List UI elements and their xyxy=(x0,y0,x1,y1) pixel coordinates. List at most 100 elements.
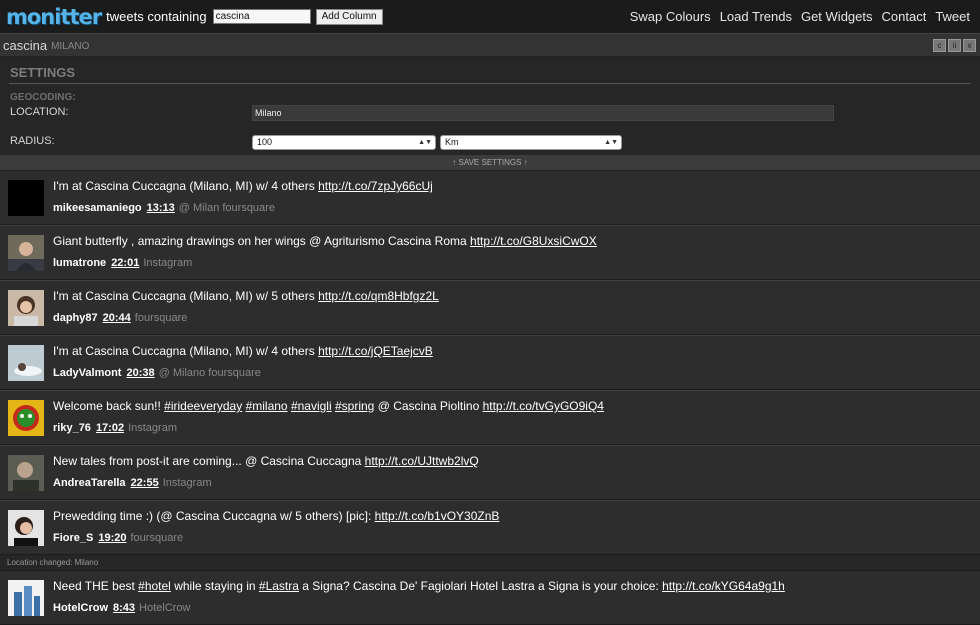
nav-get-widgets[interactable]: Get Widgets xyxy=(801,9,873,24)
unit-value: Km xyxy=(445,137,459,147)
top-nav: Swap Colours Load Trends Get Widgets Con… xyxy=(630,9,970,24)
nav-load-trends[interactable]: Load Trends xyxy=(720,9,792,24)
tweet-text: New tales from post-it are coming... @ C… xyxy=(53,454,479,468)
tweet-user[interactable]: Fiore_S xyxy=(53,532,93,544)
tweet-time[interactable]: 20:38 xyxy=(126,367,154,379)
tweet-meta: LadyValmont 20:38 @ Milano foursquare xyxy=(53,367,261,379)
nav-tweet[interactable]: Tweet xyxy=(935,9,970,24)
tweet-link[interactable]: http://t.co/b1vOY30ZnB xyxy=(375,509,500,523)
tweet-user[interactable]: AndreaTarella xyxy=(53,477,126,489)
column-header: cascina MILANO c ii x xyxy=(0,34,980,57)
tweet-source: HotelCrow xyxy=(139,602,191,614)
tweet-source: foursquare xyxy=(134,312,188,324)
tweet-link[interactable]: http://t.co/kYG64a9g1h xyxy=(662,579,785,593)
save-settings-button[interactable]: ↑ SAVE SETTINGS ↑ xyxy=(0,156,980,171)
avatar[interactable] xyxy=(8,180,44,216)
pause-icon[interactable]: ii xyxy=(948,39,961,52)
tweet-source: Instagram xyxy=(162,477,212,489)
tweet-link[interactable]: http://t.co/7zpJy66cUj xyxy=(318,179,433,193)
tweet-item: I'm at Cascina Cuccagna (Milano, MI) w/ … xyxy=(0,280,980,335)
tweet-link[interactable]: http://t.co/qm8Hbfgz2L xyxy=(318,289,439,303)
select-arrows-icon: ▲▼ xyxy=(418,139,432,146)
tweet-item: Need THE best #hotel while staying in #L… xyxy=(0,571,980,625)
tweet-meta: HotelCrow 8:43 HotelCrow xyxy=(53,602,190,614)
tweet-time[interactable]: 19:20 xyxy=(98,532,126,544)
tweet-user[interactable]: LadyValmont xyxy=(53,367,121,379)
settings-panel: SETTINGS GEOCODING: LOCATION: Milano RAD… xyxy=(0,57,980,156)
avatar[interactable] xyxy=(8,345,44,381)
avatar[interactable] xyxy=(8,510,44,546)
tweet-meta: lumatrone 22:01 Instagram xyxy=(53,257,192,269)
tweet-meta: AndreaTarella 22:55 Instagram xyxy=(53,477,212,489)
tweet-item: I'm at Cascina Cuccagna (Milano, MI) w/ … xyxy=(0,171,980,225)
hashtag-link[interactable]: #Lastra xyxy=(259,579,299,593)
search-input[interactable] xyxy=(212,9,311,24)
unit-select[interactable]: Km ▲▼ xyxy=(440,135,622,150)
tweet-item: Welcome back sun!! #irideeveryday #milan… xyxy=(0,390,980,445)
avatar[interactable] xyxy=(8,580,44,616)
tweet-text: Need THE best #hotel while staying in #L… xyxy=(53,579,785,593)
location-changed-notice: Location changed: Milano xyxy=(0,555,980,571)
avatar[interactable] xyxy=(8,455,44,491)
tweet-meta: mikeesamaniego 13:13 @ Milan foursquare xyxy=(53,202,275,214)
tweet-link[interactable]: http://t.co/tvGyGO9iQ4 xyxy=(483,399,604,413)
tweet-time[interactable]: 13:13 xyxy=(147,202,175,214)
tweet-item: Prewedding time :) (@ Cascina Cuccagna w… xyxy=(0,500,980,555)
radius-value: 100 xyxy=(257,137,273,147)
tweet-link[interactable]: http://t.co/G8UxsiCwOX xyxy=(470,234,597,248)
column-controls: c ii x xyxy=(933,39,976,52)
refresh-icon[interactable]: c xyxy=(933,39,946,52)
tweet-text: Prewedding time :) (@ Cascina Cuccagna w… xyxy=(53,509,500,523)
tweet-text: I'm at Cascina Cuccagna (Milano, MI) w/ … xyxy=(53,179,433,193)
avatar[interactable] xyxy=(8,235,44,271)
tweet-source: foursquare xyxy=(130,532,184,544)
select-arrows-icon: ▲▼ xyxy=(604,139,618,146)
tweet-text: I'm at Cascina Cuccagna (Milano, MI) w/ … xyxy=(53,344,433,358)
location-input[interactable]: Milano xyxy=(252,105,834,121)
close-icon[interactable]: x xyxy=(963,39,976,52)
hashtag-link[interactable]: #spring xyxy=(335,399,374,413)
hashtag-link[interactable]: #navigli xyxy=(291,399,332,413)
tweet-source: Instagram xyxy=(143,257,193,269)
tweet-source: @ Milano foursquare xyxy=(158,367,261,379)
tweet-time[interactable]: 22:01 xyxy=(111,257,139,269)
tweet-item: I'm at Cascina Cuccagna (Milano, MI) w/ … xyxy=(0,335,980,390)
tweet-user[interactable]: HotelCrow xyxy=(53,602,108,614)
radius-label: RADIUS: xyxy=(10,135,55,147)
settings-divider xyxy=(9,83,971,84)
avatar[interactable] xyxy=(8,400,44,436)
search-prefix-label: tweets containing xyxy=(106,9,207,24)
tweet-source: Instagram xyxy=(128,422,177,434)
tweet-user[interactable]: riky_76 xyxy=(53,422,91,434)
tweet-text: Welcome back sun!! #irideeveryday #milan… xyxy=(53,399,604,413)
tweet-user[interactable]: lumatrone xyxy=(53,257,106,269)
radius-select[interactable]: 100 ▲▼ xyxy=(252,135,436,150)
tweet-time[interactable]: 20:44 xyxy=(103,312,131,324)
tweet-meta: riky_76 17:02 Instagram xyxy=(53,422,177,434)
avatar[interactable] xyxy=(8,290,44,326)
tweet-time[interactable]: 8:43 xyxy=(113,602,135,614)
nav-contact[interactable]: Contact xyxy=(882,9,927,24)
tweet-time[interactable]: 22:55 xyxy=(131,477,159,489)
add-column-button[interactable]: Add Column xyxy=(315,8,383,25)
tweet-text: Giant butterfly , amazing drawings on he… xyxy=(53,234,597,248)
tweet-text: I'm at Cascina Cuccagna (Milano, MI) w/ … xyxy=(53,289,439,303)
hashtag-link[interactable]: #milano xyxy=(246,399,288,413)
tweet-link[interactable]: http://t.co/UJttwb2lvQ xyxy=(365,454,479,468)
nav-swap-colours[interactable]: Swap Colours xyxy=(630,9,711,24)
tweet-link[interactable]: http://t.co/jQETaejcvB xyxy=(318,344,433,358)
geocoding-label: GEOCODING: xyxy=(10,92,76,103)
hashtag-link[interactable]: #irideeveryday xyxy=(164,399,242,413)
column-subtitle: MILANO xyxy=(51,40,90,52)
tweet-time[interactable]: 17:02 xyxy=(96,422,124,434)
location-label: LOCATION: xyxy=(10,106,69,118)
column-title: cascina xyxy=(3,37,48,53)
monitter-logo[interactable]: monitter xyxy=(6,5,102,29)
tweet-source: @ Milan foursquare xyxy=(178,202,275,214)
tweet-user[interactable]: daphy87 xyxy=(53,312,98,324)
top-bar: monitter tweets containing Add Column Sw… xyxy=(0,0,980,34)
tweet-meta: daphy87 20:44 foursquare xyxy=(53,312,187,324)
tweet-item: New tales from post-it are coming... @ C… xyxy=(0,445,980,500)
tweet-user[interactable]: mikeesamaniego xyxy=(53,202,142,214)
hashtag-link[interactable]: #hotel xyxy=(138,579,171,593)
